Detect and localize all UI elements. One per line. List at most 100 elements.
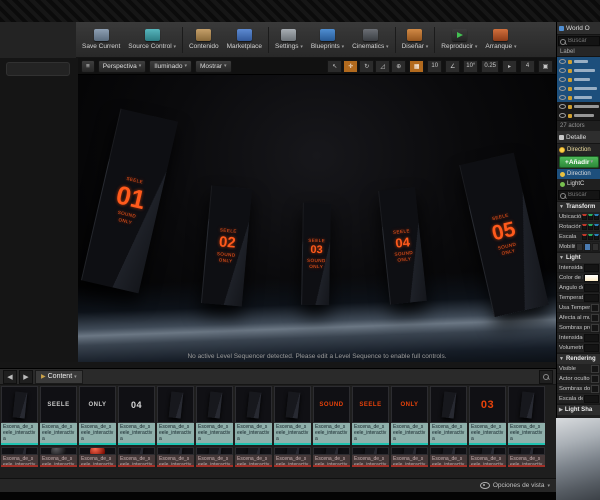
visibility-eye-icon[interactable]: [559, 113, 566, 118]
viewport-menu-button[interactable]: ≡: [81, 59, 95, 73]
outliner-row[interactable]: [557, 102, 600, 111]
color-swatch[interactable]: [584, 273, 599, 282]
visibility-eye-icon[interactable]: [559, 68, 566, 73]
view-options-button[interactable]: Opciones de vista: [493, 482, 545, 489]
toolbar-button-dise-ar[interactable]: Diseñar ▾: [398, 23, 433, 57]
camera-speed-button[interactable]: ▸: [502, 59, 517, 73]
toolbar-button-cinematics[interactable]: Cinematics ▾: [348, 23, 392, 57]
grid-snap-value[interactable]: 10: [427, 59, 443, 73]
content-search-button[interactable]: [539, 369, 553, 384]
outliner-row[interactable]: [557, 57, 600, 66]
outliner-row[interactable]: [557, 84, 600, 93]
asset-item[interactable]: Escena_de_seele_interactiva: [274, 386, 311, 445]
vector-field-vz[interactable]: [594, 213, 599, 220]
asset-item[interactable]: Escena_de_seele_interactiva: [196, 386, 233, 445]
toolbar-button-save-current[interactable]: Save Current: [78, 23, 124, 57]
vector-field-vx[interactable]: [582, 233, 587, 240]
visibility-eye-icon[interactable]: [559, 104, 566, 109]
asset-item[interactable]: 04 Escena_de_seele_interactiva: [118, 386, 155, 445]
scene-3d-view[interactable]: No active Level Sequencer detected. Plea…: [78, 75, 556, 363]
asset-item[interactable]: Escena_de_seele_interactiva: [430, 386, 467, 445]
section-header-light[interactable]: ▼ Light: [557, 252, 600, 263]
move-tool-icon[interactable]: ✛: [343, 59, 359, 73]
asset-item[interactable]: Escena_de_seele_interactiva: [196, 447, 233, 467]
checkbox[interactable]: [591, 384, 599, 393]
tab-world-outliner[interactable]: World O: [557, 22, 600, 35]
rotation-snap-value[interactable]: 10°: [463, 59, 479, 73]
add-component-button[interactable]: +Añadir ▾: [559, 156, 599, 168]
asset-item[interactable]: ONLY Escena_de_seele_interactiva: [79, 386, 116, 445]
toolbar-button-arranque[interactable]: Arranque ▾: [481, 23, 520, 57]
asset-item[interactable]: Escena_de_seele_interactiva: [118, 447, 155, 467]
vector-field-vy[interactable]: [588, 223, 593, 230]
outliner-row[interactable]: [557, 111, 600, 120]
numeric-field[interactable]: [584, 343, 599, 352]
asset-item[interactable]: Escena_de_seele_interactiva: [508, 447, 545, 467]
mobility-segment[interactable]: [592, 242, 599, 251]
vector-field-vz[interactable]: [594, 223, 599, 230]
checkbox[interactable]: [591, 323, 599, 332]
mobility-segment[interactable]: [584, 242, 591, 251]
visibility-eye-icon[interactable]: [559, 59, 566, 64]
numeric-field[interactable]: [584, 283, 599, 292]
asset-item[interactable]: Escena_de_seele_interactiva: [235, 447, 272, 467]
asset-item[interactable]: SOUND Escena_de_seele_interactiva: [313, 386, 350, 445]
rotation-snap-toggle[interactable]: ∠: [445, 59, 461, 73]
asset-item[interactable]: SEELE Escena_de_seele_interactiva: [40, 386, 77, 445]
monolith-actor-03[interactable]: SEELE 03 SOUND ONLY: [301, 202, 331, 306]
maximize-viewport-button[interactable]: ▣: [538, 59, 553, 73]
camera-speed-value[interactable]: 4: [520, 59, 535, 73]
select-tool-icon[interactable]: ↖: [327, 59, 343, 73]
asset-item[interactable]: Escena_de_seele_interactiva: [40, 447, 77, 467]
visibility-eye-icon[interactable]: [559, 95, 566, 100]
checkbox[interactable]: [591, 303, 599, 312]
vector-field-vz[interactable]: [594, 233, 599, 240]
component-row-lightc[interactable]: LightC: [557, 179, 600, 189]
outliner-label-header[interactable]: Label: [557, 47, 600, 57]
toolbar-button-source-control[interactable]: Source Control ▾: [124, 23, 180, 57]
asset-item[interactable]: Escena_de_seele_interactiva: [157, 386, 194, 445]
grid-snap-toggle[interactable]: ▦: [409, 59, 425, 73]
scale-tool-icon[interactable]: ◿: [375, 59, 391, 73]
tab-details[interactable]: Detalle: [557, 131, 600, 144]
asset-item[interactable]: Escena_de_seele_interactiva: [1, 386, 38, 445]
numeric-field[interactable]: [584, 333, 599, 342]
numeric-field[interactable]: [584, 394, 599, 403]
checkbox[interactable]: [591, 374, 599, 383]
section-header-light-sha[interactable]: ▶ Light Sha: [557, 404, 600, 415]
asset-item[interactable]: Escena_de_seele_interactiva: [391, 447, 428, 467]
viewport-perspective-button[interactable]: Perspectiva ▾: [97, 59, 147, 73]
outliner-row[interactable]: [557, 75, 600, 84]
toolbar-button-contenido[interactable]: Contenido: [185, 23, 223, 57]
asset-item[interactable]: 03 Escena_de_seele_interactiva: [469, 386, 506, 445]
asset-item[interactable]: SEELE Escena_de_seele_interactiva: [352, 386, 389, 445]
asset-item[interactable]: Escena_de_seele_interactiva: [274, 447, 311, 467]
asset-item[interactable]: Escena_de_seele_interactiva: [430, 447, 467, 467]
asset-item[interactable]: Escena_de_seele_interactiva: [352, 447, 389, 467]
rotate-tool-icon[interactable]: ↻: [359, 59, 375, 73]
vector-field-vx[interactable]: [582, 213, 587, 220]
asset-item[interactable]: Escena_de_seele_interactiva: [1, 447, 38, 467]
asset-item[interactable]: Escena_de_seele_interactiva: [157, 447, 194, 467]
numeric-field[interactable]: [584, 263, 599, 272]
component-row-direction[interactable]: Direction: [557, 169, 600, 179]
vector-field-vy[interactable]: [588, 233, 593, 240]
asset-item[interactable]: Escena_de_seele_interactiva: [508, 386, 545, 445]
asset-item[interactable]: Escena_de_seele_interactiva: [313, 447, 350, 467]
toolbar-button-reproducir[interactable]: Reproducir ▾: [437, 23, 481, 57]
asset-item[interactable]: Escena_de_seele_interactiva: [235, 386, 272, 445]
visibility-eye-icon[interactable]: [559, 86, 566, 91]
toolbar-button-blueprints[interactable]: Blueprints ▾: [307, 23, 348, 57]
nav-forward-button[interactable]: ▶: [19, 369, 33, 384]
numeric-field[interactable]: [584, 293, 599, 302]
checkbox[interactable]: [591, 364, 599, 373]
section-header-rendering[interactable]: ▼ Rendering: [557, 353, 600, 364]
level-viewport[interactable]: ≡ Perspectiva ▾ Iluminado ▾ Mostrar ▾ ↖ ✛…: [78, 58, 556, 363]
nav-back-button[interactable]: ◀: [3, 369, 17, 384]
toolbar-button-marketplace[interactable]: Marketplace: [223, 23, 266, 57]
toolbar-button-settings[interactable]: Settings ▾: [271, 23, 307, 57]
outliner-row[interactable]: [557, 93, 600, 102]
vector-field-vx[interactable]: [582, 223, 587, 230]
checkbox[interactable]: [591, 313, 599, 322]
outliner-row[interactable]: [557, 66, 600, 75]
